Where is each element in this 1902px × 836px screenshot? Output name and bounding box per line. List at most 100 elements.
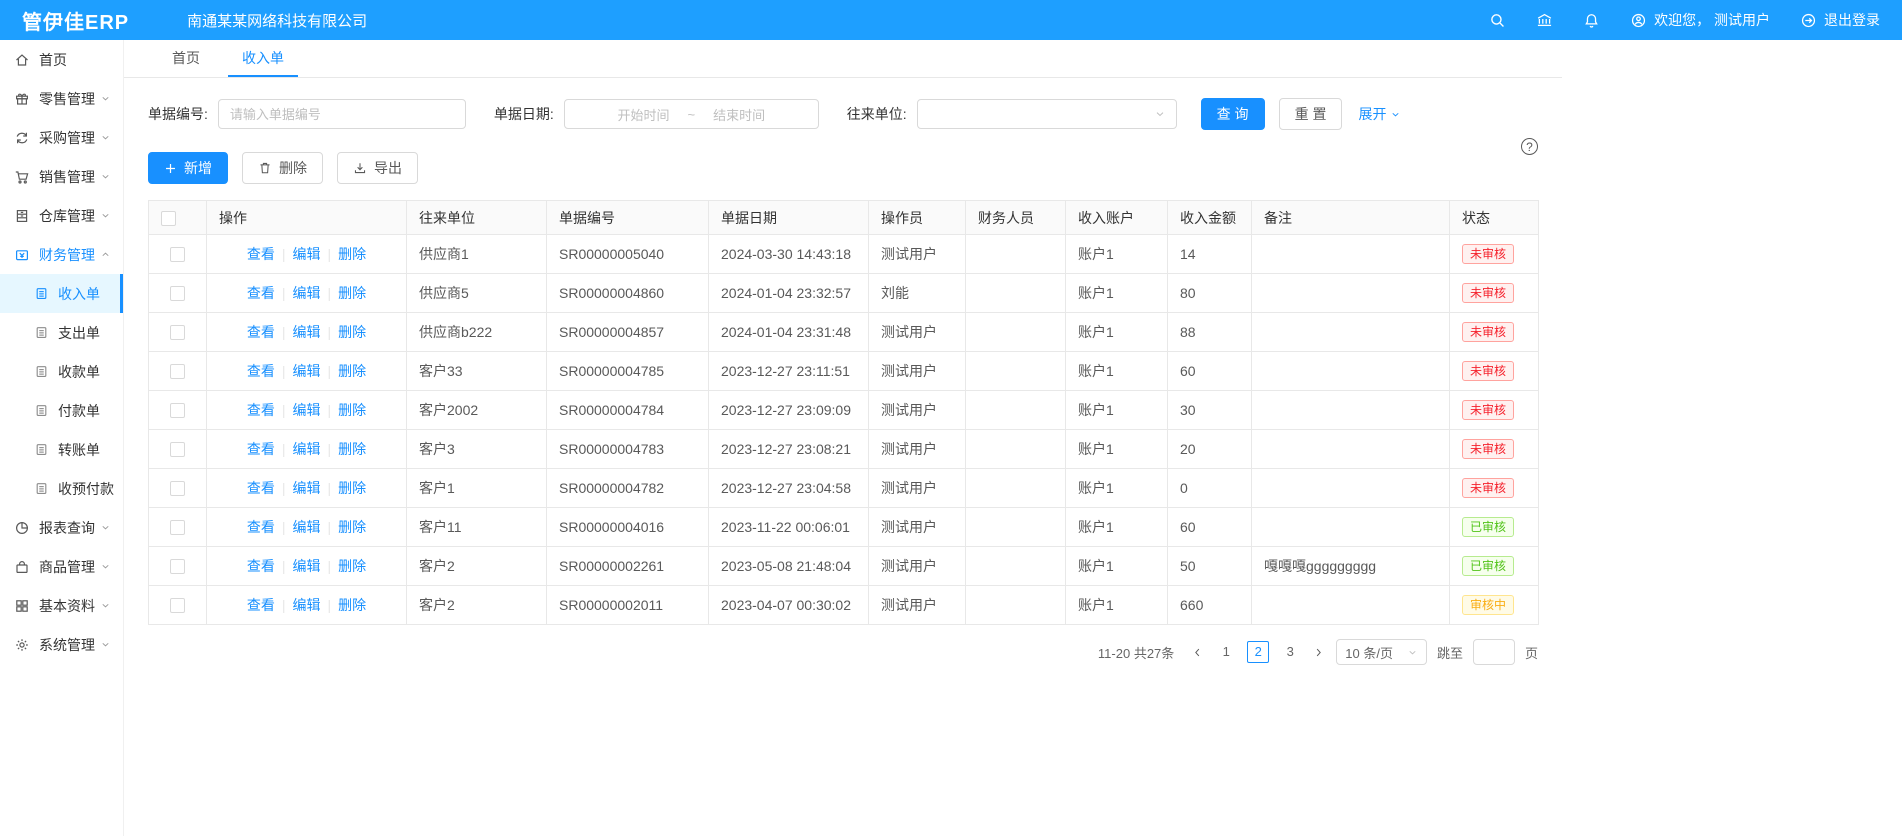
sidebar-item-label: 基本资料: [39, 596, 95, 616]
page-number-3[interactable]: 3: [1279, 641, 1301, 663]
delete-button[interactable]: 删除: [242, 152, 323, 184]
cell-remark: [1252, 469, 1450, 508]
select-all-checkbox[interactable]: [161, 211, 176, 226]
row-actions: 查看|编辑|删除: [207, 235, 407, 274]
row-checkbox[interactable]: [170, 325, 185, 340]
view-link[interactable]: 查看: [247, 480, 275, 496]
row-checkbox[interactable]: [170, 364, 185, 379]
delete-link[interactable]: 删除: [338, 558, 366, 574]
view-link[interactable]: 查看: [247, 441, 275, 457]
edit-link[interactable]: 编辑: [293, 363, 321, 379]
logout-button[interactable]: 退出登录: [1800, 10, 1880, 30]
view-link[interactable]: 查看: [247, 558, 275, 574]
cell-bill-no: SR00000004857: [547, 313, 709, 352]
next-page-button[interactable]: [1311, 647, 1326, 658]
view-link[interactable]: 查看: [247, 246, 275, 262]
delete-link[interactable]: 删除: [338, 324, 366, 340]
cell-operator: 测试用户: [869, 547, 966, 586]
cell-bill-date: 2023-12-27 23:08:21: [709, 430, 869, 469]
row-checkbox[interactable]: [170, 520, 185, 535]
pagination: 11-20 共27条 1 2 3 10 条/页 跳至: [148, 639, 1538, 665]
pagination-total: 11-20 共27条: [1098, 643, 1174, 662]
delete-link[interactable]: 删除: [338, 402, 366, 418]
delete-link[interactable]: 删除: [338, 597, 366, 613]
welcome-text: 欢迎您， 测试用户: [1654, 10, 1770, 30]
delete-link[interactable]: 删除: [338, 519, 366, 535]
sidebar-item-sales[interactable]: 销售管理: [0, 157, 123, 196]
notification-bell-icon[interactable]: [1583, 12, 1600, 29]
tab-income-bill[interactable]: 收入单: [228, 40, 298, 77]
document-icon: [34, 325, 49, 340]
view-link[interactable]: 查看: [247, 597, 275, 613]
edit-link[interactable]: 编辑: [293, 441, 321, 457]
cell-remark: [1252, 586, 1450, 625]
sidebar-item-goods[interactable]: 商品管理: [0, 547, 123, 586]
reset-button[interactable]: 重 置: [1279, 98, 1343, 130]
edit-link[interactable]: 编辑: [293, 480, 321, 496]
prev-page-button[interactable]: [1190, 647, 1205, 658]
view-link[interactable]: 查看: [247, 519, 275, 535]
row-checkbox[interactable]: [170, 403, 185, 418]
sidebar-item-prepayment[interactable]: 收预付款: [0, 469, 123, 508]
sidebar-item-receipt-bill[interactable]: 收款单: [0, 352, 123, 391]
edit-link[interactable]: 编辑: [293, 519, 321, 535]
view-link[interactable]: 查看: [247, 285, 275, 301]
export-button[interactable]: 导出: [337, 152, 418, 184]
sidebar-item-base-data[interactable]: 基本资料: [0, 586, 123, 625]
sidebar-item-income-bill[interactable]: 收入单: [0, 274, 123, 313]
page-size-select[interactable]: 10 条/页: [1336, 639, 1427, 665]
cell-bill-no: SR00000004860: [547, 274, 709, 313]
edit-link[interactable]: 编辑: [293, 402, 321, 418]
edit-link[interactable]: 编辑: [293, 246, 321, 262]
edit-link[interactable]: 编辑: [293, 558, 321, 574]
table-row: 查看|编辑|删除 客户33 SR00000004785 2023-12-27 2…: [149, 352, 1539, 391]
sidebar-item-retail[interactable]: 零售管理: [0, 79, 123, 118]
search-button[interactable]: 查 询: [1201, 98, 1265, 130]
sidebar-item-system[interactable]: 系统管理: [0, 625, 123, 664]
search-icon[interactable]: [1489, 12, 1506, 29]
page-number-2-active[interactable]: 2: [1247, 641, 1269, 663]
date-range-picker[interactable]: 开始时间 ~ 结束时间: [564, 99, 819, 129]
delete-link[interactable]: 删除: [338, 246, 366, 262]
delete-link[interactable]: 删除: [338, 285, 366, 301]
row-checkbox[interactable]: [170, 481, 185, 496]
edit-link[interactable]: 编辑: [293, 285, 321, 301]
bank-icon[interactable]: [1536, 12, 1553, 29]
bill-no-input[interactable]: [218, 99, 466, 129]
view-link[interactable]: 查看: [247, 402, 275, 418]
row-checkbox[interactable]: [170, 559, 185, 574]
document-icon: [34, 364, 49, 379]
cell-remark: [1252, 508, 1450, 547]
sidebar-item-payment-bill[interactable]: 付款单: [0, 391, 123, 430]
view-link[interactable]: 查看: [247, 363, 275, 379]
chevron-down-icon: [1154, 108, 1166, 120]
sidebar-item-purchase[interactable]: 采购管理: [0, 118, 123, 157]
sidebar-item-warehouse[interactable]: 仓库管理: [0, 196, 123, 235]
add-button[interactable]: 新增: [148, 152, 228, 184]
row-checkbox[interactable]: [170, 286, 185, 301]
sidebar-item-home[interactable]: 首页: [0, 40, 123, 79]
delete-link[interactable]: 删除: [338, 441, 366, 457]
row-checkbox[interactable]: [170, 598, 185, 613]
help-icon[interactable]: ?: [1521, 138, 1538, 155]
edit-link[interactable]: 编辑: [293, 324, 321, 340]
home-icon: [14, 52, 30, 68]
expand-link[interactable]: 展开: [1358, 104, 1401, 124]
tab-home[interactable]: 首页: [158, 40, 214, 77]
sidebar-item-finance[interactable]: 财务管理: [0, 235, 123, 274]
view-link[interactable]: 查看: [247, 324, 275, 340]
delete-link[interactable]: 删除: [338, 480, 366, 496]
page-jump-input[interactable]: [1473, 639, 1515, 665]
sidebar-item-expense-bill[interactable]: 支出单: [0, 313, 123, 352]
row-checkbox[interactable]: [170, 247, 185, 262]
chevron-up-icon: [100, 249, 111, 260]
cell-amount: 660: [1168, 586, 1252, 625]
delete-link[interactable]: 删除: [338, 363, 366, 379]
page-number-1[interactable]: 1: [1215, 641, 1237, 663]
welcome-user[interactable]: 欢迎您， 测试用户: [1630, 10, 1770, 30]
row-checkbox[interactable]: [170, 442, 185, 457]
partner-select[interactable]: [917, 99, 1177, 129]
edit-link[interactable]: 编辑: [293, 597, 321, 613]
sidebar-item-transfer-bill[interactable]: 转账单: [0, 430, 123, 469]
sidebar-item-reports[interactable]: 报表查询: [0, 508, 123, 547]
